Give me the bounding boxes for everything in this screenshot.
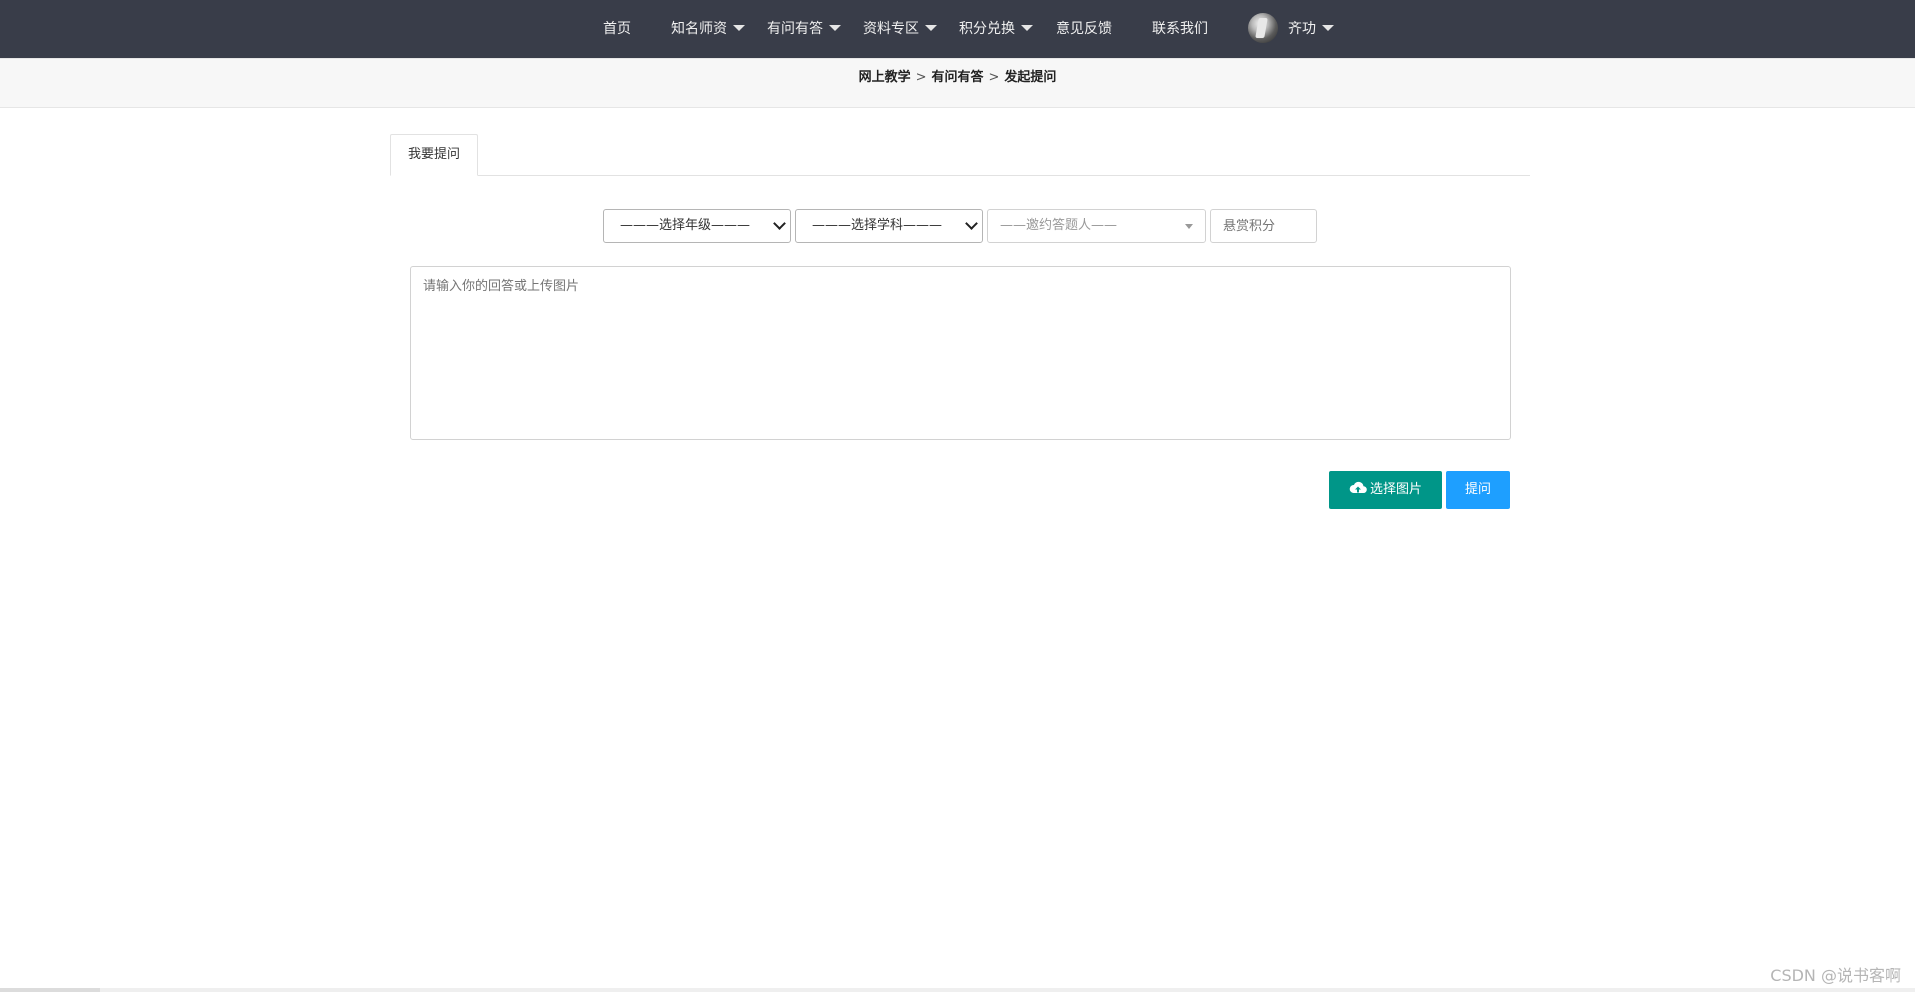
nav-item-feedback[interactable]: 意见反馈 — [1056, 0, 1112, 58]
nav-item-label: 联系我们 — [1152, 21, 1208, 37]
caret-down-icon — [925, 25, 937, 31]
tab-bar-divider — [390, 175, 1530, 176]
csdn-watermark: CSDN @说书客啊 — [1770, 966, 1901, 985]
nav-item-label: 积分兑换 — [959, 21, 1015, 37]
caret-down-icon — [1021, 25, 1033, 31]
breadcrumb-separator: > — [988, 70, 1000, 85]
breadcrumb-item-online-teaching[interactable]: 网上教学 — [859, 70, 911, 85]
subject-select-value: ———选择学科——— — [812, 218, 943, 233]
subject-select[interactable]: ———选择学科——— — [795, 209, 983, 243]
breadcrumb: 网上教学 > 有问有答 > 发起提问 — [0, 59, 1915, 97]
nav-item-label: 首页 — [603, 21, 631, 37]
top-navigation-bar: 首页 知名师资 有问有答 资料专区 积分兑换 意见反馈 联系我们 齐功 — [0, 0, 1915, 58]
nav-item-contact[interactable]: 联系我们 — [1152, 0, 1208, 58]
caret-down-icon — [1322, 25, 1334, 31]
question-textarea[interactable] — [410, 266, 1511, 440]
choose-image-label: 选择图片 — [1369, 482, 1422, 497]
invite-answerer-placeholder: ——邀约答题人—— — [1000, 218, 1118, 233]
reward-points-input[interactable] — [1210, 209, 1317, 243]
tab-ask-question[interactable]: 我要提问 — [390, 134, 478, 176]
caret-down-icon — [733, 25, 745, 31]
nav-item-teachers[interactable]: 知名师资 — [671, 0, 745, 58]
chevron-down-icon — [773, 217, 786, 230]
user-menu[interactable]: 齐功 — [1288, 0, 1334, 58]
nav-item-label: 有问有答 — [767, 21, 823, 37]
nav-item-resources[interactable]: 资料专区 — [863, 0, 937, 58]
nav-item-points-exchange[interactable]: 积分兑换 — [959, 0, 1033, 58]
cloud-upload-icon — [1349, 481, 1367, 494]
breadcrumb-separator: > — [915, 70, 927, 85]
nav-item-label: 知名师资 — [671, 21, 727, 37]
user-name: 齐功 — [1288, 21, 1316, 37]
caret-down-icon — [1185, 224, 1193, 229]
nav-item-label: 意见反馈 — [1056, 21, 1112, 37]
nav-item-label: 资料专区 — [863, 21, 919, 37]
invite-answerer-select[interactable]: ——邀约答题人—— — [987, 209, 1206, 243]
chevron-down-icon — [965, 217, 978, 230]
submit-question-button[interactable]: 提问 — [1446, 471, 1510, 509]
choose-image-button[interactable]: 选择图片 — [1329, 471, 1442, 509]
grade-select-value: ———选择年级——— — [620, 218, 751, 233]
breadcrumb-bar: 网上教学 > 有问有答 > 发起提问 — [0, 58, 1915, 108]
breadcrumb-item-current: 发起提问 — [1004, 70, 1057, 85]
caret-down-icon — [829, 25, 841, 31]
nav-item-qa[interactable]: 有问有答 — [767, 0, 841, 58]
grade-select[interactable]: ———选择年级——— — [603, 209, 791, 243]
nav-item-home[interactable]: 首页 — [603, 0, 631, 58]
submit-question-label: 提问 — [1464, 482, 1491, 497]
bottom-scrollbar-track — [0, 988, 1915, 992]
breadcrumb-item-qa[interactable]: 有问有答 — [931, 70, 983, 85]
user-avatar[interactable] — [1248, 13, 1278, 43]
